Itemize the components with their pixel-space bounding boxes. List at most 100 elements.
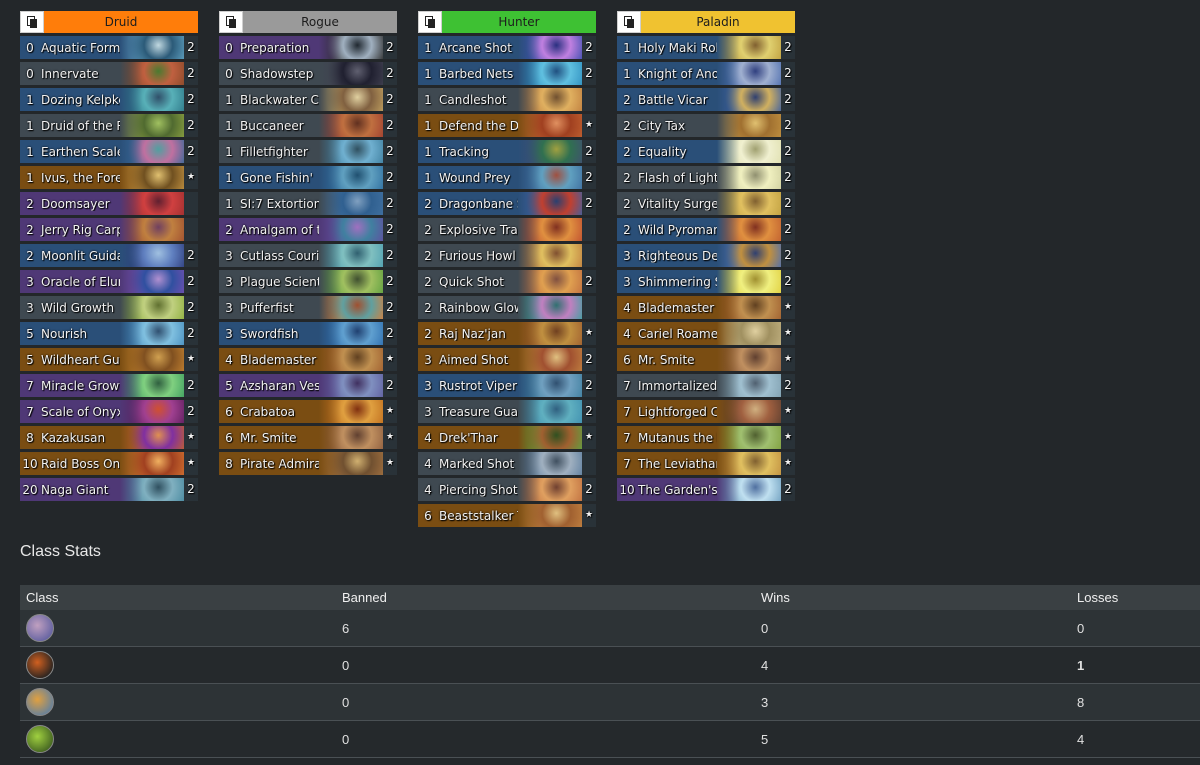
card-row[interactable]: 2 Furious Howl — [418, 244, 596, 267]
card-row[interactable]: 2 Raj Naz'jan ★ — [418, 322, 596, 345]
card-row[interactable]: 7 Mutanus the Devourer ★ — [617, 426, 795, 449]
card-row[interactable]: 3 Swordfish 2 — [219, 322, 397, 345]
card-count: 2 — [184, 400, 198, 423]
card-row[interactable]: 1 Wound Prey 2 — [418, 166, 596, 189]
card-row[interactable]: 0 Innervate 2 — [20, 62, 198, 85]
card-count: 2 — [781, 270, 795, 293]
card-row[interactable]: 2 Amalgam of the Deep 2 — [219, 218, 397, 241]
card-name: Pufferfist — [240, 300, 294, 315]
card-cost: 4 — [424, 430, 432, 445]
card-row[interactable]: 2 Rainbow Glowscale — [418, 296, 596, 319]
card-row[interactable]: 2 City Tax 2 — [617, 114, 795, 137]
card-row[interactable]: 1 Defend the Dwarven District ★ — [418, 114, 596, 137]
class-stats-title: Class Stats — [20, 543, 101, 560]
card-row[interactable]: 4 Piercing Shot 2 — [418, 478, 596, 501]
card-row[interactable]: 6 Crabatoa ★ — [219, 400, 397, 423]
card-row[interactable]: 6 Beaststalker Tavish ★ — [418, 504, 596, 527]
card-row[interactable]: 1 Tracking 2 — [418, 140, 596, 163]
card-row[interactable]: 1 Candleshot — [418, 88, 596, 111]
copy-deck-button[interactable] — [617, 11, 641, 33]
card-row[interactable]: 1 Barbed Nets 2 — [418, 62, 596, 85]
card-row[interactable]: 5 Wildheart Guff ★ — [20, 348, 198, 371]
card-row[interactable]: 1 SI:7 Extortion 2 — [219, 192, 397, 215]
card-row[interactable]: 4 Blademaster Okani ★ — [219, 348, 397, 371]
card-row[interactable]: 2 Moonlit Guidance 2 — [20, 244, 198, 267]
card-row[interactable]: 20 Naga Giant 2 — [20, 478, 198, 501]
card-row[interactable]: 10 Raid Boss Onyxia ★ — [20, 452, 198, 475]
card-row[interactable]: 7 The Leviathan ★ — [617, 452, 795, 475]
card-row[interactable]: 2 Quick Shot 2 — [418, 270, 596, 293]
card-row[interactable]: 3 Righteous Defense 2 — [617, 244, 795, 267]
card-row[interactable]: 2 Doomsayer — [20, 192, 198, 215]
card-cost: 2 — [623, 144, 631, 159]
card-row[interactable]: 7 Miracle Growth 2 — [20, 374, 198, 397]
card-count: 2 — [582, 62, 596, 85]
card-row[interactable]: 10 The Garden's Grace 2 — [617, 478, 795, 501]
card-row[interactable]: 7 Scale of Onyxia 2 — [20, 400, 198, 423]
card-row[interactable]: 1 Druid of the Reef 2 — [20, 114, 198, 137]
card-row[interactable]: 4 Cariel Roame ★ — [617, 322, 795, 345]
card-row[interactable]: 1 Holy Maki Roll 2 — [617, 36, 795, 59]
card-row[interactable]: 3 Treasure Guard 2 — [418, 400, 596, 423]
card-row[interactable]: 1 Knight of Anointment 2 — [617, 62, 795, 85]
card-row[interactable]: 1 Buccaneer 2 — [219, 114, 397, 137]
card-row[interactable]: 3 Cutlass Courier 2 — [219, 244, 397, 267]
card-row[interactable]: 6 Mr. Smite ★ — [617, 348, 795, 371]
card-count: ★ — [781, 322, 795, 345]
card-row[interactable]: 2 Jerry Rig Carpenter — [20, 218, 198, 241]
copy-deck-button[interactable] — [418, 11, 442, 33]
banned-cell: 0 — [336, 683, 755, 721]
card-row[interactable]: 1 Filletfighter 2 — [219, 140, 397, 163]
card-row[interactable]: 7 Immortalized in Stone 2 — [617, 374, 795, 397]
copy-deck-button[interactable] — [20, 11, 44, 33]
card-row[interactable]: 0 Shadowstep 2 — [219, 62, 397, 85]
card-name: Candleshot — [439, 92, 507, 107]
card-row[interactable]: 2 Wild Pyromancer 2 — [617, 218, 795, 241]
card-row[interactable]: 0 Preparation 2 — [219, 36, 397, 59]
card-count: ★ — [383, 348, 397, 371]
card-row[interactable]: 2 Equality 2 — [617, 140, 795, 163]
card-row[interactable]: 4 Blademaster Okani ★ — [617, 296, 795, 319]
card-name: Quick Shot — [439, 274, 505, 289]
card-row[interactable]: 5 Nourish 2 — [20, 322, 198, 345]
card-row[interactable]: 2 Explosive Trap — [418, 218, 596, 241]
card-row[interactable]: 3 Wild Growth 2 — [20, 296, 198, 319]
card-row[interactable]: 6 Mr. Smite ★ — [219, 426, 397, 449]
card-row[interactable]: 3 Aimed Shot 2 — [418, 348, 596, 371]
card-row[interactable]: 8 Pirate Admiral Hooktusk ★ — [219, 452, 397, 475]
card-cost: 2 — [424, 300, 432, 315]
card-row[interactable]: 1 Arcane Shot 2 — [418, 36, 596, 59]
card-row[interactable]: 1 Blackwater Cutlass 2 — [219, 88, 397, 111]
card-cost: 3 — [424, 378, 432, 393]
card-row[interactable]: 3 Rustrot Viper 2 — [418, 374, 596, 397]
class-cell — [20, 720, 336, 758]
card-row[interactable]: 2 Vitality Surge 2 — [617, 192, 795, 215]
card-cost: 1 — [225, 92, 233, 107]
card-name: Vitality Surge — [638, 196, 719, 211]
card-row[interactable]: 4 Marked Shot — [418, 452, 596, 475]
card-count: ★ — [383, 452, 397, 475]
card-row[interactable]: 2 Dragonbane Shot 2 — [418, 192, 596, 215]
card-cost: 2 — [424, 326, 432, 341]
copy-deck-button[interactable] — [219, 11, 243, 33]
card-row[interactable]: 1 Dozing Kelpkeeper 2 — [20, 88, 198, 111]
card-row[interactable]: 3 Plague Scientist 2 — [219, 270, 397, 293]
card-count: 2 — [184, 270, 198, 293]
card-row[interactable]: 5 Azsharan Vessel 2 — [219, 374, 397, 397]
card-count: 2 — [781, 88, 795, 111]
card-row[interactable]: 4 Drek'Thar ★ — [418, 426, 596, 449]
card-row[interactable]: 2 Battle Vicar 2 — [617, 88, 795, 111]
card-row[interactable]: 1 Ivus, the Forest Lord ★ — [20, 166, 198, 189]
card-name: Gone Fishin' — [240, 170, 313, 185]
card-row[interactable]: 1 Gone Fishin' 2 — [219, 166, 397, 189]
card-cost: 4 — [623, 326, 631, 341]
card-row[interactable]: 7 Lightforged Cariel ★ — [617, 400, 795, 423]
card-row[interactable]: 0 Aquatic Form 2 — [20, 36, 198, 59]
card-row[interactable]: 3 Pufferfist 2 — [219, 296, 397, 319]
card-row[interactable]: 3 Shimmering Sunfish 2 — [617, 270, 795, 293]
card-row[interactable]: 2 Flash of Light 2 — [617, 166, 795, 189]
card-row[interactable]: 1 Earthen Scales 2 — [20, 140, 198, 163]
card-cost: 2 — [623, 118, 631, 133]
card-row[interactable]: 8 Kazakusan ★ — [20, 426, 198, 449]
card-row[interactable]: 3 Oracle of Elune 2 — [20, 270, 198, 293]
